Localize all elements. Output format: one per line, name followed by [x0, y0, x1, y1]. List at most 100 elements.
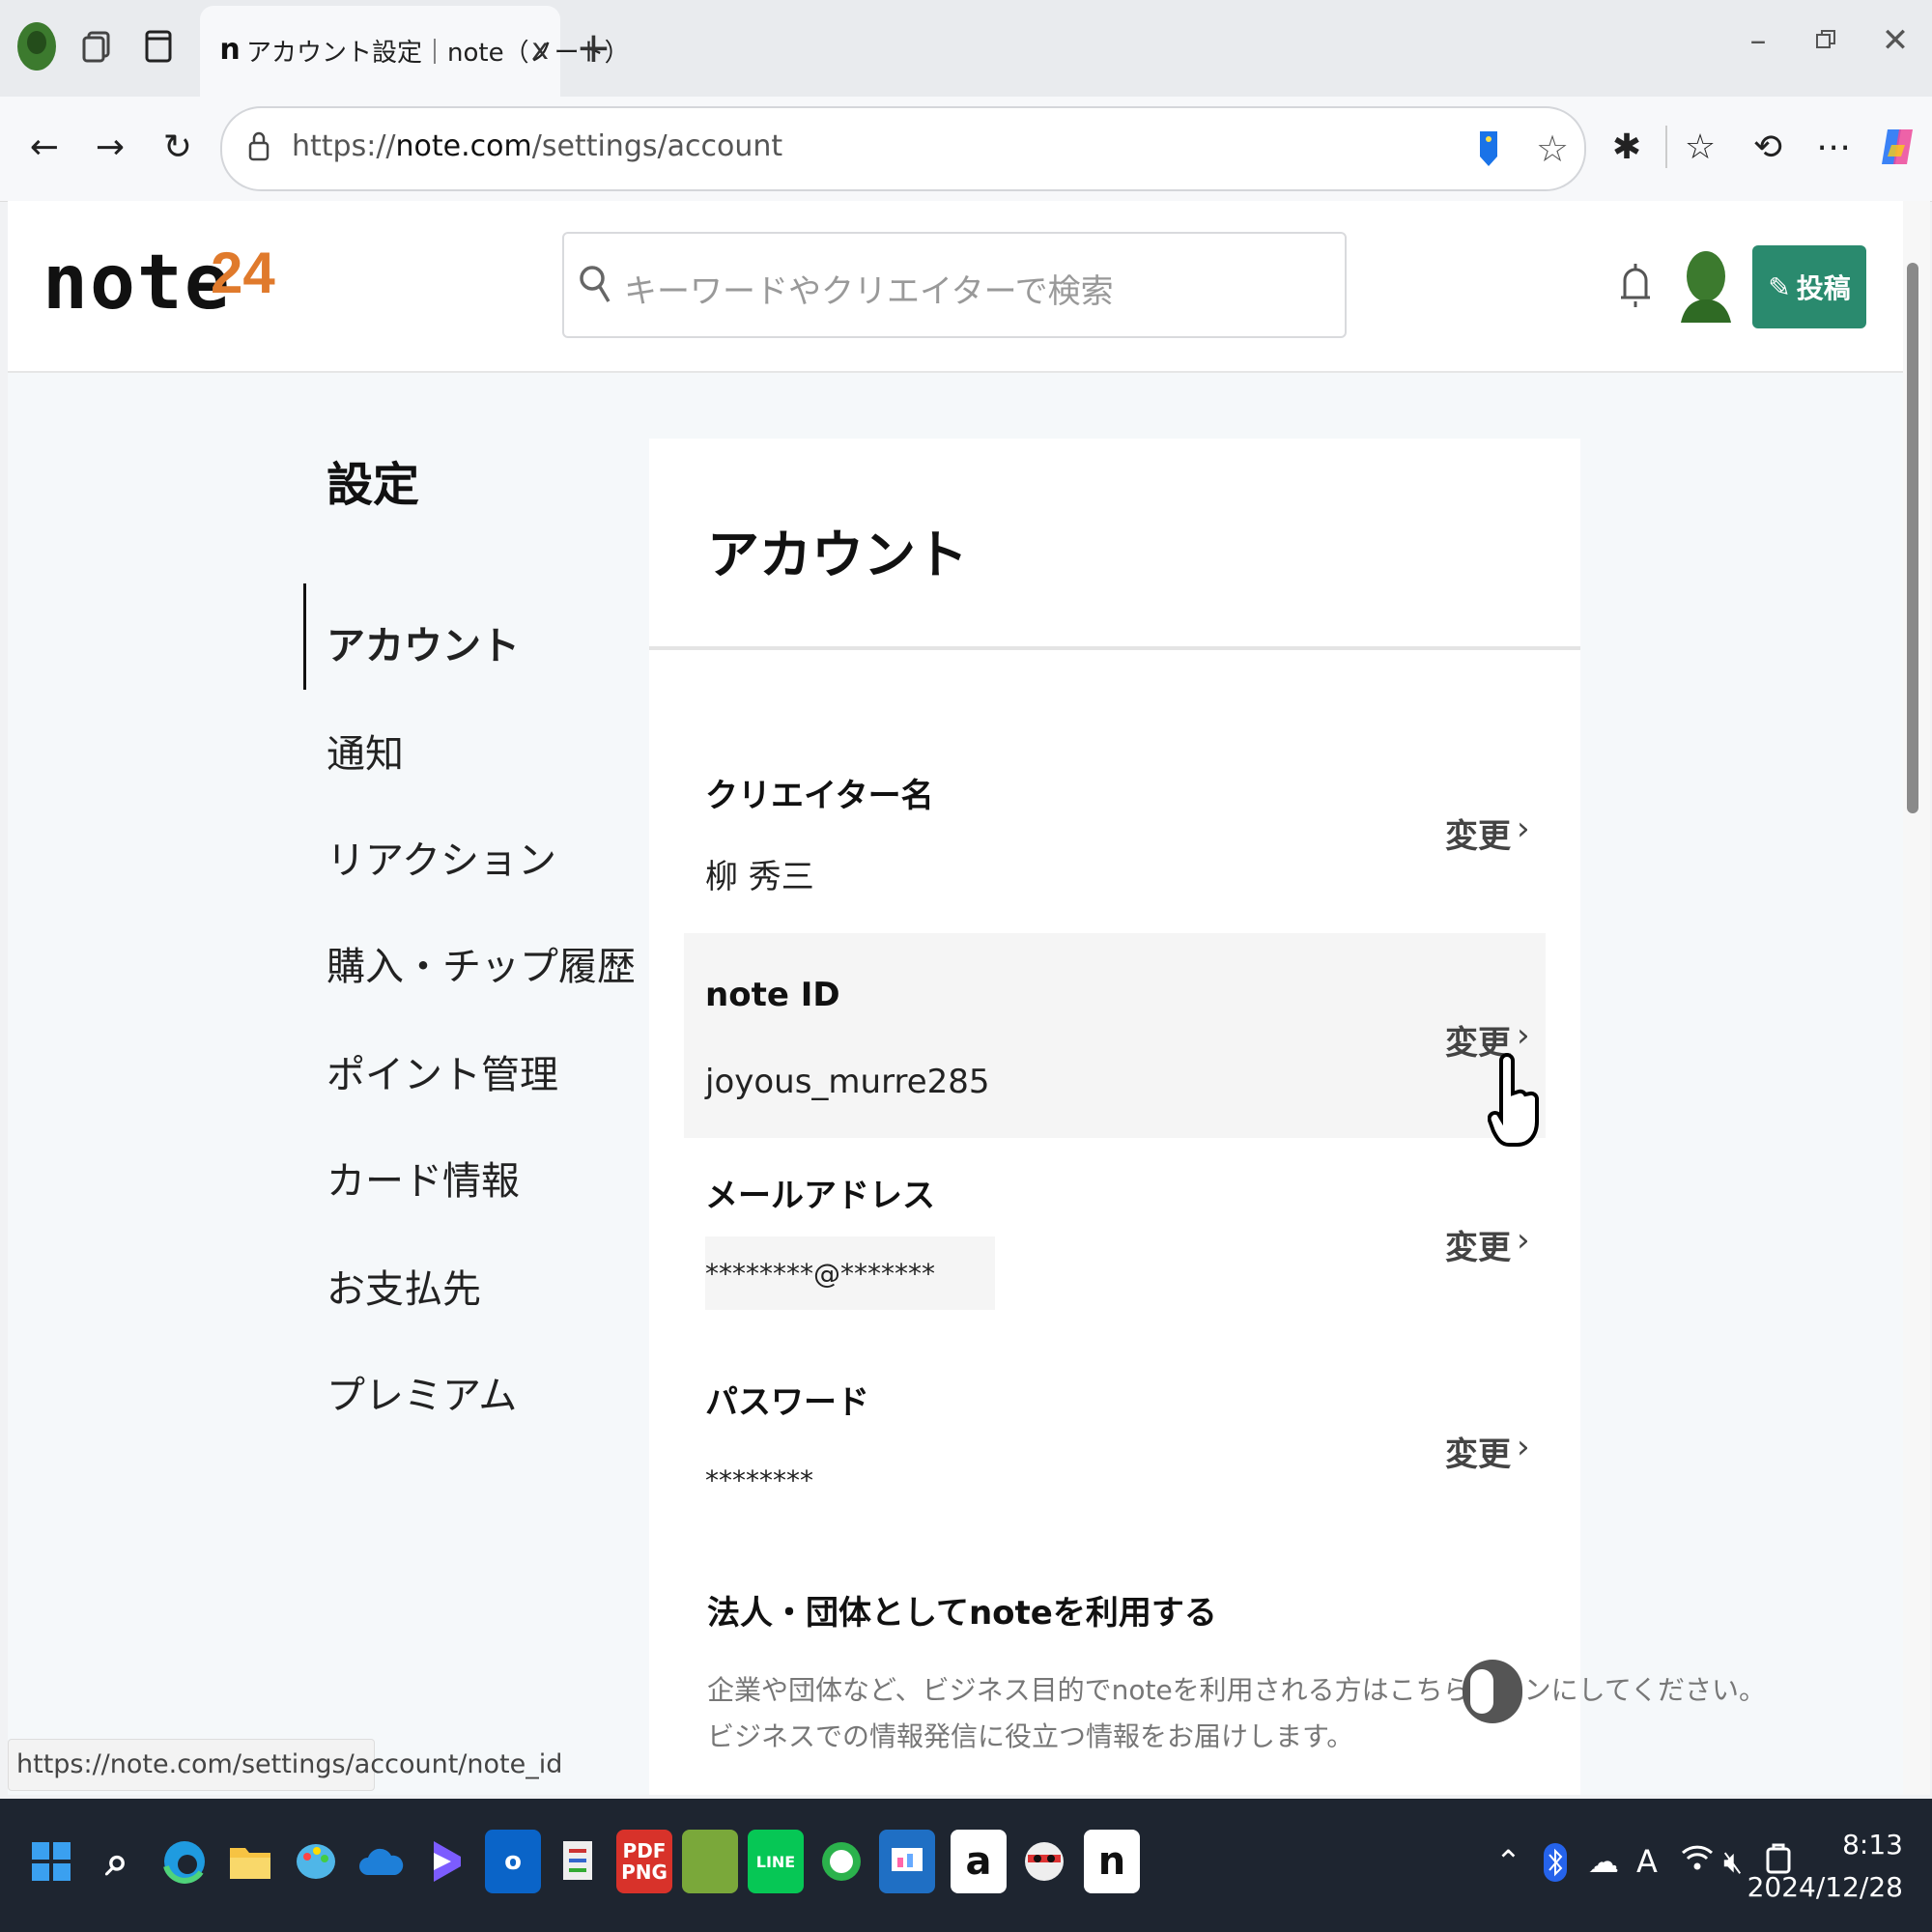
system-clock[interactable]: 8:13 2024/12/28: [1747, 1824, 1903, 1909]
refresh-icon[interactable]: ↻: [155, 124, 201, 170]
site-header: note 24 キーワードやクリエイターで検索 ✎ 投稿: [8, 201, 1903, 373]
sidebar-item-notifications[interactable]: 通知: [327, 723, 404, 779]
start-button-icon[interactable]: [23, 1830, 79, 1893]
vertical-tabs-icon[interactable]: [133, 21, 184, 71]
chevron-right-icon[interactable]: ›: [1517, 1428, 1530, 1466]
settings-heading: 設定: [327, 458, 420, 512]
creator-name-change-link[interactable]: 変更: [1445, 810, 1511, 857]
note-app-icon[interactable]: n: [1084, 1830, 1140, 1893]
sidebar-item-payee[interactable]: お支払先: [327, 1258, 481, 1314]
workspaces-icon[interactable]: [71, 21, 122, 71]
note-id-row[interactable]: note ID joyous_murre285 変更 ›: [684, 933, 1546, 1138]
address-bar[interactable]: https://note.com/settings/account ☆: [220, 106, 1586, 191]
url-text: https://note.com/settings/account: [292, 129, 782, 163]
new-tab-button[interactable]: +: [576, 23, 611, 72]
sidebar-item-premium[interactable]: プレミアム: [327, 1364, 517, 1420]
creator-name-row: クリエイター名 柳 秀三 変更 ›: [684, 757, 1546, 951]
chevron-right-icon[interactable]: ›: [1517, 1016, 1530, 1055]
page-scrollbar[interactable]: [1903, 201, 1930, 1795]
creator-name-value: 柳 秀三: [705, 858, 814, 896]
clock-time: 8:13: [1842, 1829, 1903, 1861]
show-hidden-icons-icon[interactable]: ⌃: [1495, 1843, 1521, 1880]
password-value: ********: [705, 1464, 813, 1496]
corporate-desc-line1: 企業や団体など、ビジネス目的でnoteを利用される方はこちらをオンにしてください…: [707, 1674, 1767, 1706]
search-input[interactable]: キーワードやクリエイターで検索: [562, 232, 1347, 338]
favorite-star-icon[interactable]: ☆: [1536, 128, 1569, 170]
input-method-icon[interactable]: A: [1636, 1843, 1658, 1880]
account-settings-card: アカウント クリエイター名 柳 秀三 変更 › note ID joyous_m…: [649, 439, 1766, 1795]
note-logo[interactable]: note: [43, 240, 232, 327]
corporate-desc-line2: ビジネスでの情報発信に役立つ情報をお届けします。: [707, 1720, 1354, 1752]
file-explorer-icon[interactable]: [222, 1830, 278, 1893]
scrollbar-thumb[interactable]: [1907, 263, 1918, 813]
note-24-badge: 24: [211, 241, 275, 305]
sidebar-item-points[interactable]: ポイント管理: [327, 1043, 558, 1099]
sidebar-item-purchase-history[interactable]: 購入・チップ履歴: [327, 935, 636, 991]
back-button[interactable]: ←: [21, 124, 68, 170]
edge-browser-icon[interactable]: [156, 1830, 213, 1893]
corporate-use-description: 企業や団体など、ビジネス目的でnoteを利用される方はこちらをオンにしてください…: [707, 1667, 1766, 1760]
sidebar-item-card-info[interactable]: カード情報: [327, 1150, 520, 1206]
hand-cursor-icon: [1487, 1053, 1542, 1159]
post-button-label: 投稿: [1796, 272, 1851, 304]
status-bar-url: https://note.com/settings/account/note_i…: [8, 1739, 562, 1791]
email-change-link[interactable]: 変更: [1445, 1221, 1511, 1268]
copilot-icon[interactable]: [1874, 124, 1920, 170]
note-favicon-icon: n: [219, 32, 241, 67]
wifi-icon[interactable]: [1681, 1843, 1714, 1880]
presentation-app-icon[interactable]: [879, 1830, 935, 1893]
speaker-muted-icon[interactable]: 🔇︎: [1723, 1843, 1743, 1881]
document-app-icon[interactable]: [551, 1830, 607, 1893]
chevron-right-icon[interactable]: ›: [1517, 810, 1530, 848]
chevron-right-icon[interactable]: ›: [1517, 1221, 1530, 1260]
password-change-link[interactable]: 変更: [1445, 1428, 1511, 1475]
corporate-use-title: 法人・団体としてnoteを利用する: [707, 1594, 1217, 1633]
outlook-icon[interactable]: o: [485, 1830, 541, 1893]
amazon-icon[interactable]: a: [951, 1830, 1007, 1893]
favorites-icon[interactable]: ☆: [1677, 124, 1723, 170]
active-tab[interactable]: n アカウント設定｜note（ノート） x: [200, 6, 630, 97]
profile-avatar-icon[interactable]: [12, 21, 62, 71]
creator-name-label: クリエイター名: [705, 777, 934, 815]
pencil-icon: ✎: [1768, 270, 1791, 303]
tab-close-button[interactable]: x: [531, 33, 549, 67]
browser-tab-bar: n アカウント設定｜note（ノート） x + – ✕: [0, 0, 1932, 97]
user-avatar[interactable]: [1677, 247, 1735, 323]
email-row: メールアドレス ********@******* 変更 ›: [684, 1144, 1546, 1337]
cloud-tray-icon[interactable]: ☁: [1588, 1843, 1619, 1880]
toggle-knob: [1470, 1669, 1493, 1714]
email-label: メールアドレス: [705, 1177, 935, 1215]
password-label: パスワード: [705, 1383, 869, 1422]
search-placeholder: キーワードやクリエイターで検索: [624, 272, 1114, 311]
character-app-icon[interactable]: [1016, 1830, 1072, 1893]
search-taskbar-icon[interactable]: ⌕: [89, 1830, 145, 1893]
sidebar-item-account[interactable]: アカウント: [327, 614, 520, 670]
close-window-button[interactable]: ✕: [1876, 21, 1915, 60]
sidebar-item-reactions[interactable]: リアクション: [327, 829, 556, 885]
onedrive-icon[interactable]: [354, 1830, 410, 1893]
lock-icon[interactable]: [247, 129, 270, 166]
pdf-png-converter-icon[interactable]: PDF PNG: [616, 1830, 672, 1893]
password-row: パスワード ******** 変更 ›: [684, 1350, 1546, 1544]
corporate-use-toggle[interactable]: [1463, 1660, 1522, 1723]
shopping-tag-icon[interactable]: [1474, 128, 1503, 174]
paint-icon[interactable]: [288, 1830, 344, 1893]
toolbar-divider: [1665, 126, 1667, 168]
url-prefix: https://: [292, 129, 396, 163]
note-id-value: joyous_murre285: [705, 1063, 990, 1101]
line-icon[interactable]: LINE: [748, 1830, 804, 1893]
call-app-icon[interactable]: [813, 1830, 869, 1893]
minimize-button[interactable]: –: [1739, 21, 1777, 60]
history-icon[interactable]: ⟲: [1745, 124, 1791, 170]
clipchamp-icon[interactable]: [419, 1830, 475, 1893]
notification-bell-icon[interactable]: [1619, 259, 1652, 317]
game-app-icon[interactable]: [682, 1830, 738, 1893]
forward-button[interactable]: →: [87, 124, 133, 170]
tab-title: アカウント設定｜note（ノート）: [246, 39, 630, 68]
restore-button[interactable]: [1806, 21, 1845, 60]
post-button[interactable]: ✎ 投稿: [1752, 245, 1866, 328]
extensions-icon[interactable]: ✱: [1604, 124, 1650, 170]
more-menu-icon[interactable]: ⋯: [1810, 124, 1857, 170]
note-id-label: note ID: [705, 976, 840, 1014]
bluetooth-icon[interactable]: [1544, 1843, 1567, 1889]
